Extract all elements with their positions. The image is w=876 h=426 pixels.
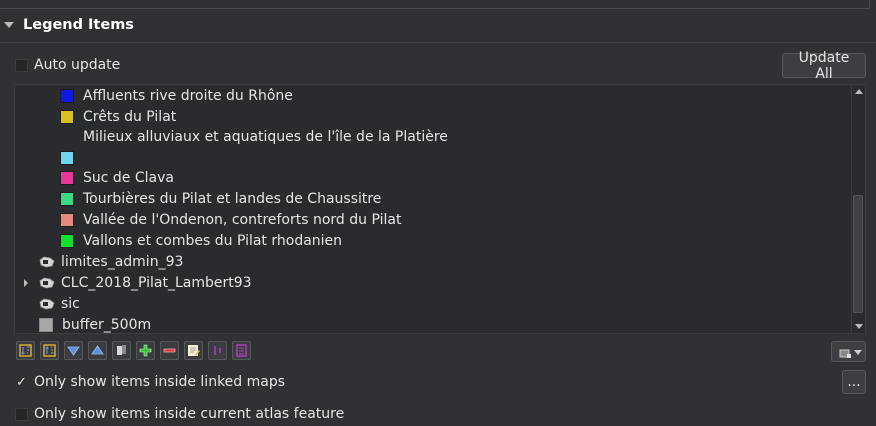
atlas-feature-checkbox[interactable] — [15, 407, 28, 421]
expand-arrow-icon[interactable] — [24, 279, 28, 287]
add-item-icon — [139, 344, 152, 357]
vertical-scrollbar[interactable] — [851, 85, 865, 333]
color-swatch — [60, 234, 74, 248]
move-down-button[interactable] — [64, 341, 83, 360]
remove-item-button[interactable] — [160, 341, 179, 360]
add-group-icon — [117, 345, 126, 355]
more-options-button[interactable]: ... — [842, 370, 866, 394]
edit-item-icon — [188, 345, 200, 356]
color-swatch — [60, 110, 74, 124]
legend-layer-label: buffer_500m — [62, 317, 152, 333]
atlas-feature-label: Only show items inside current atlas fea… — [34, 406, 345, 422]
legend-class-label: Vallons et combes du Pilat rhodanien — [83, 233, 343, 249]
edit-item-button[interactable] — [184, 341, 203, 360]
linked-maps-row[interactable]: ✓ Only show items inside linked maps — [15, 373, 285, 391]
legend-class-item[interactable]: Crêts du Pilat — [60, 107, 176, 127]
previous-section-frame — [0, 0, 870, 9]
polygon-layer-icon — [39, 277, 55, 289]
layer-options-dropdown-button[interactable] — [831, 341, 866, 362]
add-group-button[interactable] — [112, 341, 131, 360]
auto-update-row[interactable]: Auto update — [15, 56, 120, 74]
polygon-layer-icon — [39, 298, 55, 310]
sort-descending-icon — [19, 344, 32, 357]
auto-update-label: Auto update — [34, 57, 121, 73]
color-swatch — [60, 151, 74, 165]
color-swatch — [60, 213, 74, 227]
move-down-icon — [67, 346, 80, 356]
color-swatch — [60, 89, 74, 103]
sort-descending-button[interactable] — [16, 341, 35, 360]
add-item-button[interactable] — [136, 341, 155, 360]
chevron-down-icon — [854, 350, 862, 355]
legend-class-item[interactable]: Vallons et combes du Pilat rhodanien — [60, 231, 342, 251]
move-up-button[interactable] — [88, 341, 107, 360]
count-features-button[interactable] — [232, 341, 251, 360]
legend-layer-item[interactable]: CLC_2018_Pilat_Lambert93 — [39, 273, 252, 293]
legend-class-label: Milieux alluviaux et aquatiques de l'île… — [83, 129, 448, 145]
gray-square-icon — [39, 318, 53, 332]
legend-layer-item[interactable]: sic — [39, 294, 80, 314]
move-up-icon — [91, 345, 104, 355]
legend-toolbar — [16, 341, 251, 360]
legend-class-label: Crêts du Pilat — [83, 109, 177, 125]
legend-class-label: Suc de Clava — [83, 170, 174, 186]
auto-update-checkbox[interactable] — [15, 58, 28, 72]
color-swatch — [60, 192, 74, 206]
count-features-icon — [236, 344, 247, 357]
section-title: Legend Items — [23, 17, 134, 33]
layer-options-icon — [839, 349, 851, 358]
legend-class-item[interactable]: Affluents rive droite du Rhône — [60, 86, 293, 106]
legend-class-label: Tourbières du Pilat et landes de Chaussi… — [83, 191, 382, 207]
legend-class-item[interactable]: Milieux alluviaux et aquatiques de l'île… — [60, 128, 448, 168]
sort-ascending-button[interactable] — [40, 341, 59, 360]
color-swatch — [60, 171, 74, 185]
legend-layer-label: CLC_2018_Pilat_Lambert93 — [61, 275, 252, 291]
atlas-feature-row[interactable]: Only show items inside current atlas fea… — [15, 405, 344, 423]
scroll-up-icon[interactable] — [855, 89, 863, 94]
legend-layer-label: sic — [61, 296, 80, 312]
linked-maps-label: Only show items inside linked maps — [34, 374, 286, 390]
legend-class-item[interactable]: Tourbières du Pilat et landes de Chaussi… — [60, 189, 381, 209]
sort-ascending-icon — [43, 344, 56, 357]
filter-expression-button[interactable] — [208, 341, 227, 360]
update-all-button[interactable]: Update All — [782, 50, 866, 82]
linked-maps-checkmark[interactable]: ✓ — [15, 376, 28, 389]
legend-class-label: Affluents rive droite du Rhône — [83, 88, 293, 104]
collapse-arrow-icon[interactable] — [4, 22, 14, 28]
legend-tree[interactable]: Affluents rive droite du Rhône Crêts du P… — [14, 84, 866, 334]
legend-items-section-header[interactable]: Legend Items — [0, 12, 876, 43]
remove-item-icon — [163, 348, 176, 353]
legend-class-item[interactable]: Vallée de l'Ondenon, contreforts nord du… — [60, 210, 401, 230]
scroll-down-icon[interactable] — [855, 324, 863, 329]
scrollbar-thumb[interactable] — [853, 195, 863, 313]
legend-layer-item[interactable]: limites_admin_93 — [39, 252, 183, 272]
legend-layer-label: limites_admin_93 — [61, 254, 184, 270]
filter-expression-icon — [214, 346, 221, 355]
legend-class-item[interactable]: Suc de Clava — [60, 168, 174, 188]
legend-class-label: Vallée de l'Ondenon, contreforts nord du… — [83, 212, 402, 228]
polygon-layer-icon — [39, 256, 55, 268]
legend-layer-item[interactable]: buffer_500m — [39, 315, 152, 333]
